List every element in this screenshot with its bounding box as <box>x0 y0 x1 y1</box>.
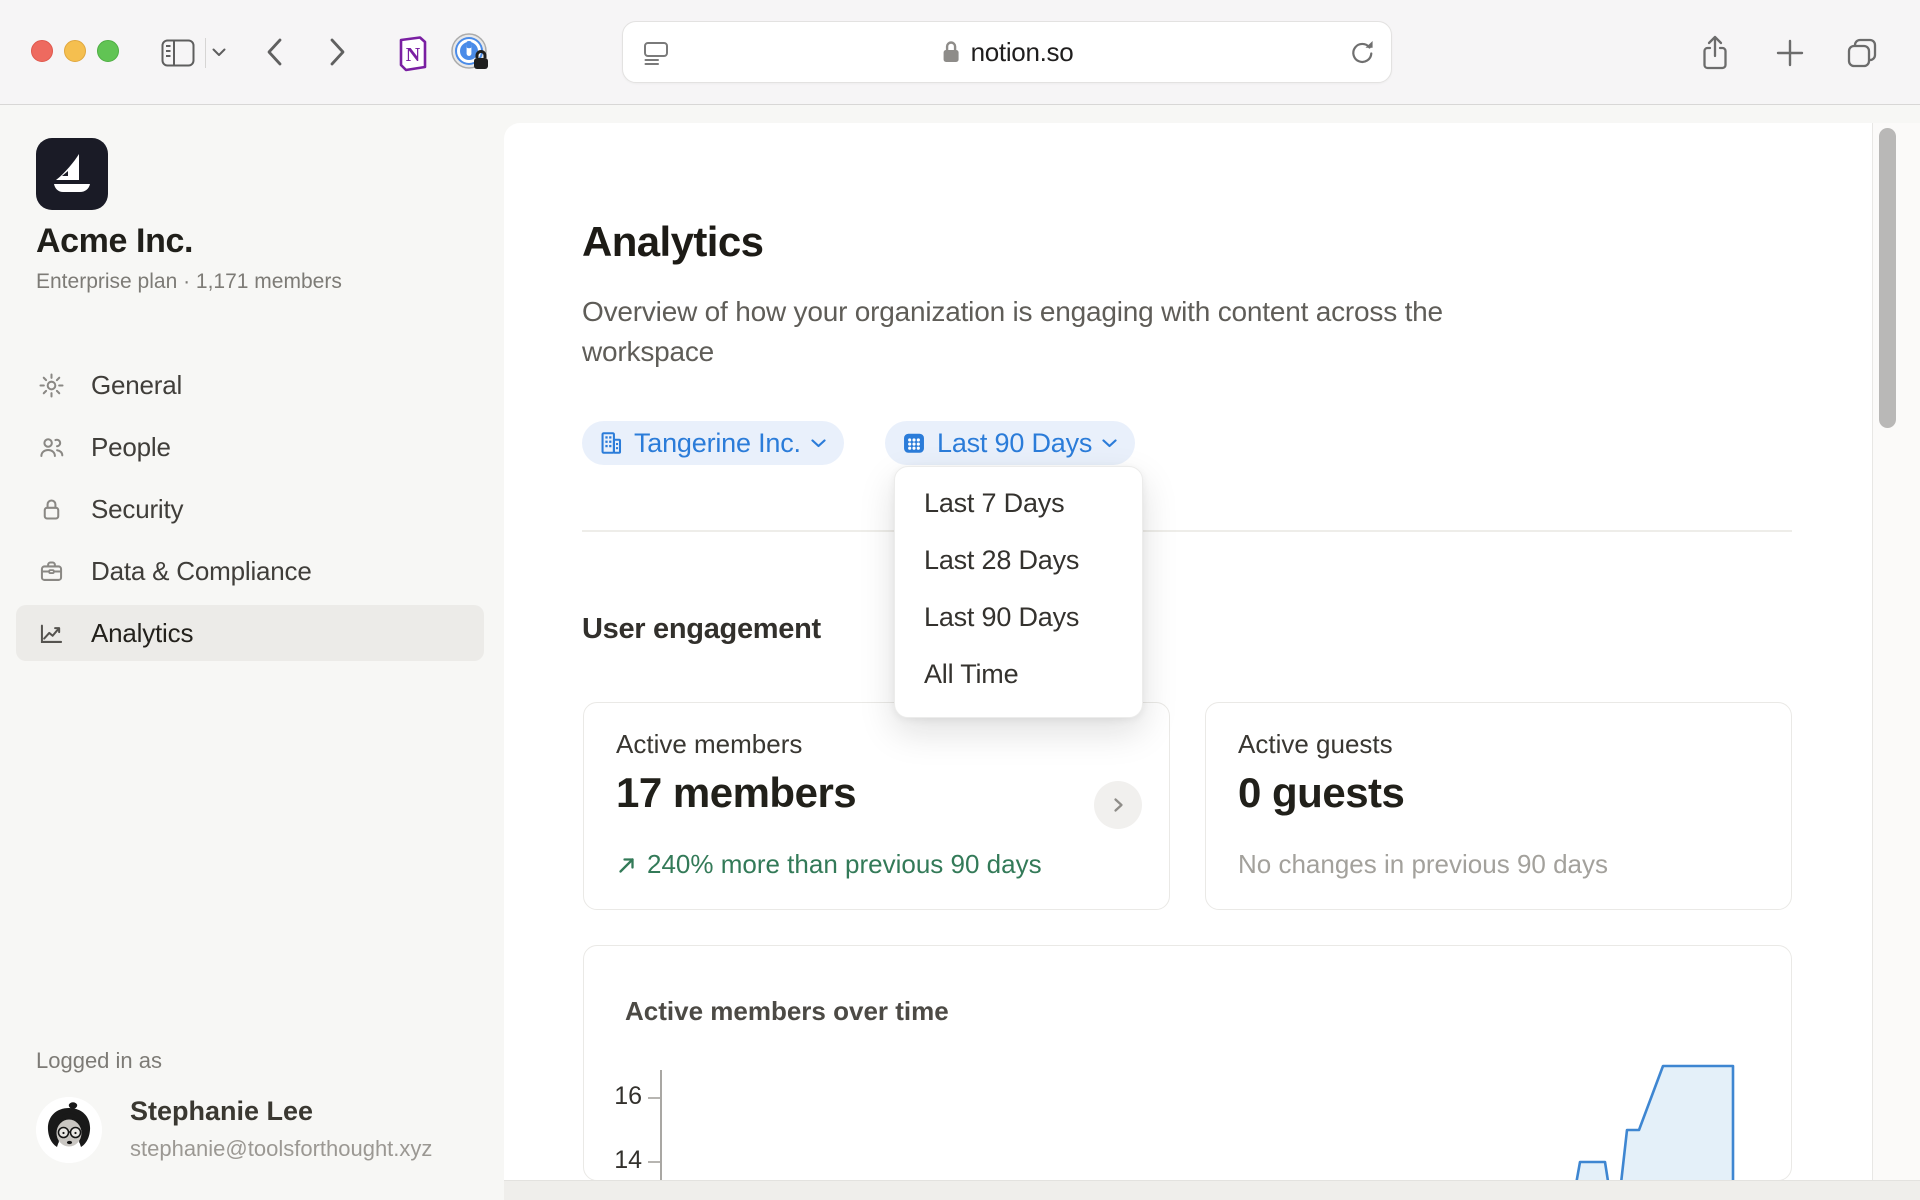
user-email: stephanie@toolsforthought.xyz <box>130 1136 432 1162</box>
workspace-filter-pill[interactable]: Tangerine Inc. <box>582 421 844 465</box>
briefcase-icon <box>38 558 65 585</box>
sidebar-item-general[interactable]: General <box>16 357 484 413</box>
date-range-filter-label: Last 90 Days <box>937 428 1092 459</box>
gear-icon <box>38 372 65 399</box>
page-settings-button[interactable] <box>639 36 673 70</box>
sidebar-item-label: People <box>91 432 171 463</box>
share-icon <box>1699 34 1731 72</box>
people-icon <box>38 434 65 461</box>
arrow-up-right-icon <box>616 854 638 876</box>
address-bar[interactable]: notion.so <box>622 21 1392 83</box>
area-chart <box>583 945 1792 1180</box>
active-members-card[interactable]: Active members 17 members 240% more than… <box>583 702 1170 910</box>
dropdown-item-last-7-days[interactable]: Last 7 Days <box>895 475 1142 532</box>
lock-icon <box>941 39 962 65</box>
section-divider <box>582 530 1792 532</box>
dropdown-item-last-28-days[interactable]: Last 28 Days <box>895 532 1142 589</box>
stat-value: 17 members <box>616 769 856 817</box>
active-guests-card: Active guests 0 guests No changes in pre… <box>1205 702 1792 910</box>
url-text: notion.so <box>971 37 1074 68</box>
chevron-down-icon <box>212 48 226 57</box>
building-icon <box>598 430 624 456</box>
browser-toolbar: N <box>0 0 1920 105</box>
notion-icon: N <box>394 33 430 73</box>
user-avatar <box>36 1097 102 1163</box>
minimize-window-button[interactable] <box>64 40 86 62</box>
date-range-dropdown-menu: Last 7 Days Last 28 Days Last 90 Days Al… <box>894 466 1143 718</box>
back-icon <box>264 36 286 68</box>
sidebar-toggle-button[interactable] <box>158 37 198 69</box>
sidebar-toggle-icon <box>161 39 195 67</box>
password-manager-icon <box>450 32 492 74</box>
share-button[interactable] <box>1696 33 1734 73</box>
sidebar-item-security[interactable]: Security <box>16 481 484 537</box>
tab-overview-icon <box>1844 35 1880 71</box>
reload-icon <box>1348 39 1376 67</box>
forward-icon <box>326 36 348 68</box>
stat-delta-text: 240% more than previous 90 days <box>647 849 1042 880</box>
sidebar-menu-chevron-button[interactable] <box>210 44 228 60</box>
chevron-down-icon <box>811 439 826 448</box>
sidebar-item-people[interactable]: People <box>16 419 484 475</box>
lock-icon <box>38 496 65 523</box>
workspace-plan: Enterprise plan · 1,171 members <box>36 270 342 294</box>
date-range-filter-pill[interactable]: Last 90 Days <box>885 421 1135 465</box>
scrollbar-thumb[interactable] <box>1879 128 1896 428</box>
page-title: Analytics <box>582 218 763 266</box>
logged-in-as-label: Logged in as <box>36 1048 162 1074</box>
user-name: Stephanie Lee <box>130 1096 313 1127</box>
stat-title: Active guests <box>1238 729 1393 760</box>
stat-delta-text: No changes in previous 90 days <box>1238 849 1608 880</box>
back-button[interactable] <box>260 34 290 70</box>
workspace-logo <box>36 138 108 210</box>
sidebar-item-label: Analytics <box>91 618 193 649</box>
section-title: User engagement <box>582 613 821 646</box>
plus-icon <box>1775 38 1805 68</box>
window-bottom-edge <box>504 1180 1920 1200</box>
screenshot-root: N <box>0 0 1920 1200</box>
trend-line-icon <box>38 620 65 647</box>
stat-title: Active members <box>616 729 802 760</box>
avatar-illustration <box>36 1097 102 1163</box>
chevron-right-icon <box>1106 793 1130 817</box>
svg-text:N: N <box>406 44 421 66</box>
stat-delta: 240% more than previous 90 days <box>616 849 1042 880</box>
toolbar-divider <box>205 38 206 68</box>
sidebar-item-data-compliance[interactable]: Data & Compliance <box>16 543 484 599</box>
sailboat-icon <box>48 150 96 198</box>
zoom-window-button[interactable] <box>97 40 119 62</box>
sidebar-item-analytics[interactable]: Analytics <box>16 605 484 661</box>
calendar-icon <box>901 430 927 456</box>
close-window-button[interactable] <box>31 40 53 62</box>
stat-delta: No changes in previous 90 days <box>1238 849 1608 880</box>
dropdown-item-all-time[interactable]: All Time <box>895 646 1142 703</box>
dropdown-item-last-90-days[interactable]: Last 90 Days <box>895 589 1142 646</box>
workspace-filter-label: Tangerine Inc. <box>634 428 801 459</box>
new-tab-button[interactable] <box>1772 36 1808 70</box>
sidebar-item-label: Security <box>91 494 183 525</box>
password-extension-button[interactable] <box>450 32 492 74</box>
settings-sidebar: Acme Inc. Enterprise plan · 1,171 member… <box>0 105 504 1200</box>
workspace-name: Acme Inc. <box>36 222 193 261</box>
notion-extension-button[interactable]: N <box>392 32 432 74</box>
address-text-group: notion.so <box>941 22 1074 82</box>
page-description: Overview of how your organization is eng… <box>582 292 1517 372</box>
reader-view-icon <box>641 38 671 68</box>
forward-button[interactable] <box>322 34 352 70</box>
sidebar-item-label: Data & Compliance <box>91 556 312 587</box>
chevron-down-icon <box>1102 439 1117 448</box>
sidebar-item-label: General <box>91 370 182 401</box>
tab-overview-button[interactable] <box>1842 34 1882 72</box>
drilldown-button[interactable] <box>1094 781 1142 829</box>
stat-value: 0 guests <box>1238 769 1404 817</box>
reload-button[interactable] <box>1345 36 1379 70</box>
